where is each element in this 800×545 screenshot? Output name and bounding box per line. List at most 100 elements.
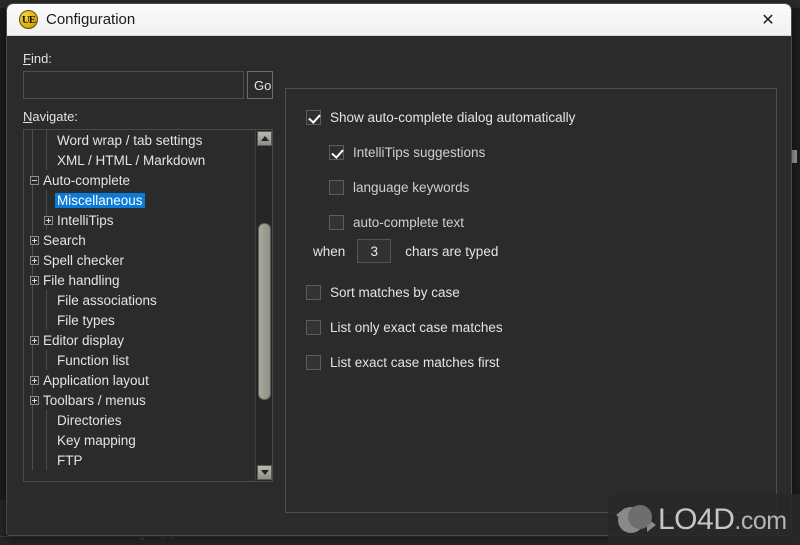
tree-scrollbar[interactable]: [255, 130, 272, 481]
tree-guide-line: [32, 190, 33, 210]
option-row[interactable]: Show auto-complete dialog automatically: [306, 110, 575, 125]
collapse-minus-icon[interactable]: [30, 175, 39, 185]
tree-item-label: Search: [43, 232, 86, 248]
tree-item-label: XML / HTML / Markdown: [57, 152, 206, 168]
tree-item[interactable]: Toolbars / menus: [24, 390, 256, 410]
tree-guide-line: [46, 410, 47, 430]
option-row[interactable]: List only exact case matches: [306, 320, 503, 335]
tree-item-label: Word wrap / tab settings: [57, 132, 203, 148]
tree-item-label: Spell checker: [43, 252, 125, 268]
navigation-tree-container: Word wrap / tab settings XML / HTML / Mar…: [23, 129, 273, 482]
checkbox[interactable]: [329, 145, 344, 160]
option-label: Sort matches by case: [330, 285, 460, 300]
tree-item[interactable]: Auto-complete: [24, 170, 256, 190]
tree-item-label: FTP: [57, 452, 83, 468]
checkbox[interactable]: [329, 180, 344, 195]
tree-item[interactable]: Word wrap / tab settings: [24, 130, 256, 150]
chars-count-input[interactable]: [357, 239, 392, 263]
tree-item[interactable]: Function list: [24, 350, 256, 370]
page-title: Configuration: [46, 11, 136, 28]
tree-guide-line: [32, 130, 33, 150]
tree-item[interactable]: Key mapping: [24, 430, 256, 450]
tree-item[interactable]: Directories: [24, 410, 256, 430]
triangle-down-icon: [260, 470, 269, 475]
expand-plus-icon[interactable]: [30, 255, 39, 265]
tree-guide-line: [46, 430, 47, 450]
scroll-down-button[interactable]: [257, 465, 272, 480]
option-row[interactable]: IntelliTips suggestions: [329, 145, 485, 160]
tree-guide-line: [32, 430, 33, 450]
find-accel: F: [23, 51, 31, 66]
tree-item[interactable]: FTP: [24, 450, 256, 470]
dialog-body: Find: Go Navigate: Word wrap / tab setti…: [7, 36, 791, 535]
tree-item-label: Function list: [57, 352, 130, 368]
navigate-accel: N: [23, 109, 33, 124]
tree-item[interactable]: Spell checker: [24, 250, 256, 270]
close-icon[interactable]: ✕: [745, 4, 791, 35]
tree-guide-line: [46, 290, 47, 310]
find-row: Go: [23, 71, 273, 99]
tree-item[interactable]: XML / HTML / Markdown: [24, 150, 256, 170]
scroll-up-button[interactable]: [257, 131, 272, 146]
ue-logo-icon: UE: [19, 10, 38, 29]
expand-plus-icon[interactable]: [30, 375, 39, 385]
tree-item-label: File handling: [43, 272, 120, 288]
expand-plus-icon[interactable]: [30, 275, 39, 285]
option-label: List exact case matches first: [330, 355, 500, 370]
checkbox[interactable]: [329, 215, 344, 230]
tree-item[interactable]: IntelliTips: [24, 210, 256, 230]
search-input[interactable]: [23, 71, 244, 99]
option-row[interactable]: auto-complete text: [329, 215, 464, 230]
tree-guide-line: [32, 210, 33, 230]
option-label: language keywords: [353, 180, 470, 195]
tree-item-label: Directories: [57, 412, 122, 428]
option-row[interactable]: Sort matches by case: [306, 285, 460, 300]
chars-typed-row: when chars are typed: [313, 239, 498, 263]
find-label: Find:: [23, 51, 273, 66]
tree-item[interactable]: Editor display: [24, 330, 256, 350]
checkbox[interactable]: [306, 110, 321, 125]
tree-item-label: File associations: [57, 292, 157, 308]
option-row[interactable]: List exact case matches first: [306, 355, 500, 370]
tree-guide-line: [46, 150, 47, 170]
expand-plus-icon[interactable]: [30, 335, 39, 345]
option-row[interactable]: language keywords: [329, 180, 469, 195]
chars-prefix-label: when: [313, 243, 346, 259]
checkbox[interactable]: [306, 355, 321, 370]
expand-plus-icon[interactable]: [30, 395, 39, 405]
checkbox[interactable]: [306, 285, 321, 300]
expand-plus-icon[interactable]: [44, 215, 53, 225]
help-button[interactable]: Help: [707, 528, 779, 535]
tree-item-label: Editor display: [43, 332, 125, 348]
expand-plus-icon[interactable]: [30, 235, 39, 245]
tree-guide-line: [32, 290, 33, 310]
options-groupbox: Show auto-complete dialog automatically I…: [285, 88, 777, 513]
navigate-label-rest: avigate:: [32, 109, 78, 124]
tree-item-label: Miscellaneous: [55, 192, 145, 208]
triangle-up-icon: [260, 136, 269, 141]
tree-item[interactable]: File types: [24, 310, 256, 330]
tree-guide-line: [46, 310, 47, 330]
dialog-titlebar: UE Configuration ✕: [7, 4, 791, 36]
scrollbar-thumb[interactable]: [258, 223, 271, 400]
backdrop-divider: [0, 536, 800, 537]
checkbox[interactable]: [306, 320, 321, 335]
tree-item-label: Toolbars / menus: [43, 392, 146, 408]
find-label-rest: ind:: [30, 51, 52, 66]
tree-guide-line: [32, 450, 33, 470]
option-label: auto-complete text: [353, 215, 465, 230]
tree-guide-line: [46, 190, 47, 210]
tree-item[interactable]: File handling: [24, 270, 256, 290]
tree-item[interactable]: File associations: [24, 290, 256, 310]
chars-suffix-label: chars are typed: [405, 243, 499, 259]
tree-guide-line: [46, 130, 47, 150]
tree-item-label: IntelliTips: [57, 212, 114, 228]
tree-guide-line: [46, 450, 47, 470]
tree-item[interactable]: Miscellaneous: [24, 190, 256, 210]
navigate-label: Navigate:: [23, 109, 273, 124]
go-button[interactable]: Go: [247, 71, 273, 99]
tree-item[interactable]: Application layout: [24, 370, 256, 390]
navigation-tree[interactable]: Word wrap / tab settings XML / HTML / Mar…: [24, 130, 256, 481]
tree-item[interactable]: Search: [24, 230, 256, 250]
tree-guide-line: [32, 350, 33, 370]
